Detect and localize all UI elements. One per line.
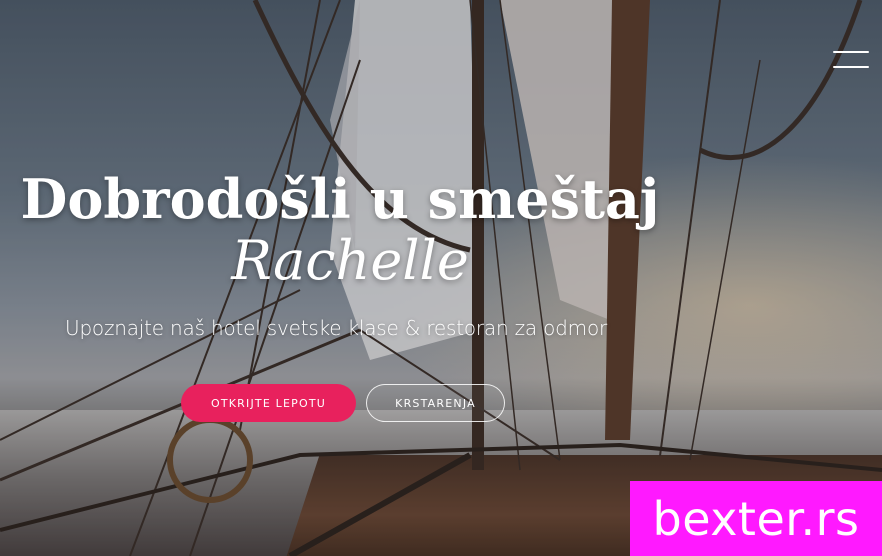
hero-title-brand: Rachelle [231,229,469,292]
hero-title-line1: Dobrodošli u smeštaj [20,167,660,231]
watermark-logo: bexter.rs [630,481,882,556]
hero-subtitle: Upoznajte naš hotel svetske klase & rest… [65,316,608,340]
cruises-button[interactable]: KRSTARENJA [366,384,505,422]
menu-line-bottom [833,66,869,68]
menu-line-top [833,51,869,53]
hero-title: Dobrodošli u smeštaj Rachelle [0,168,680,292]
discover-beauty-button[interactable]: OTKRIJTE LEPOTU [181,384,356,422]
hamburger-menu-icon[interactable] [833,48,871,72]
